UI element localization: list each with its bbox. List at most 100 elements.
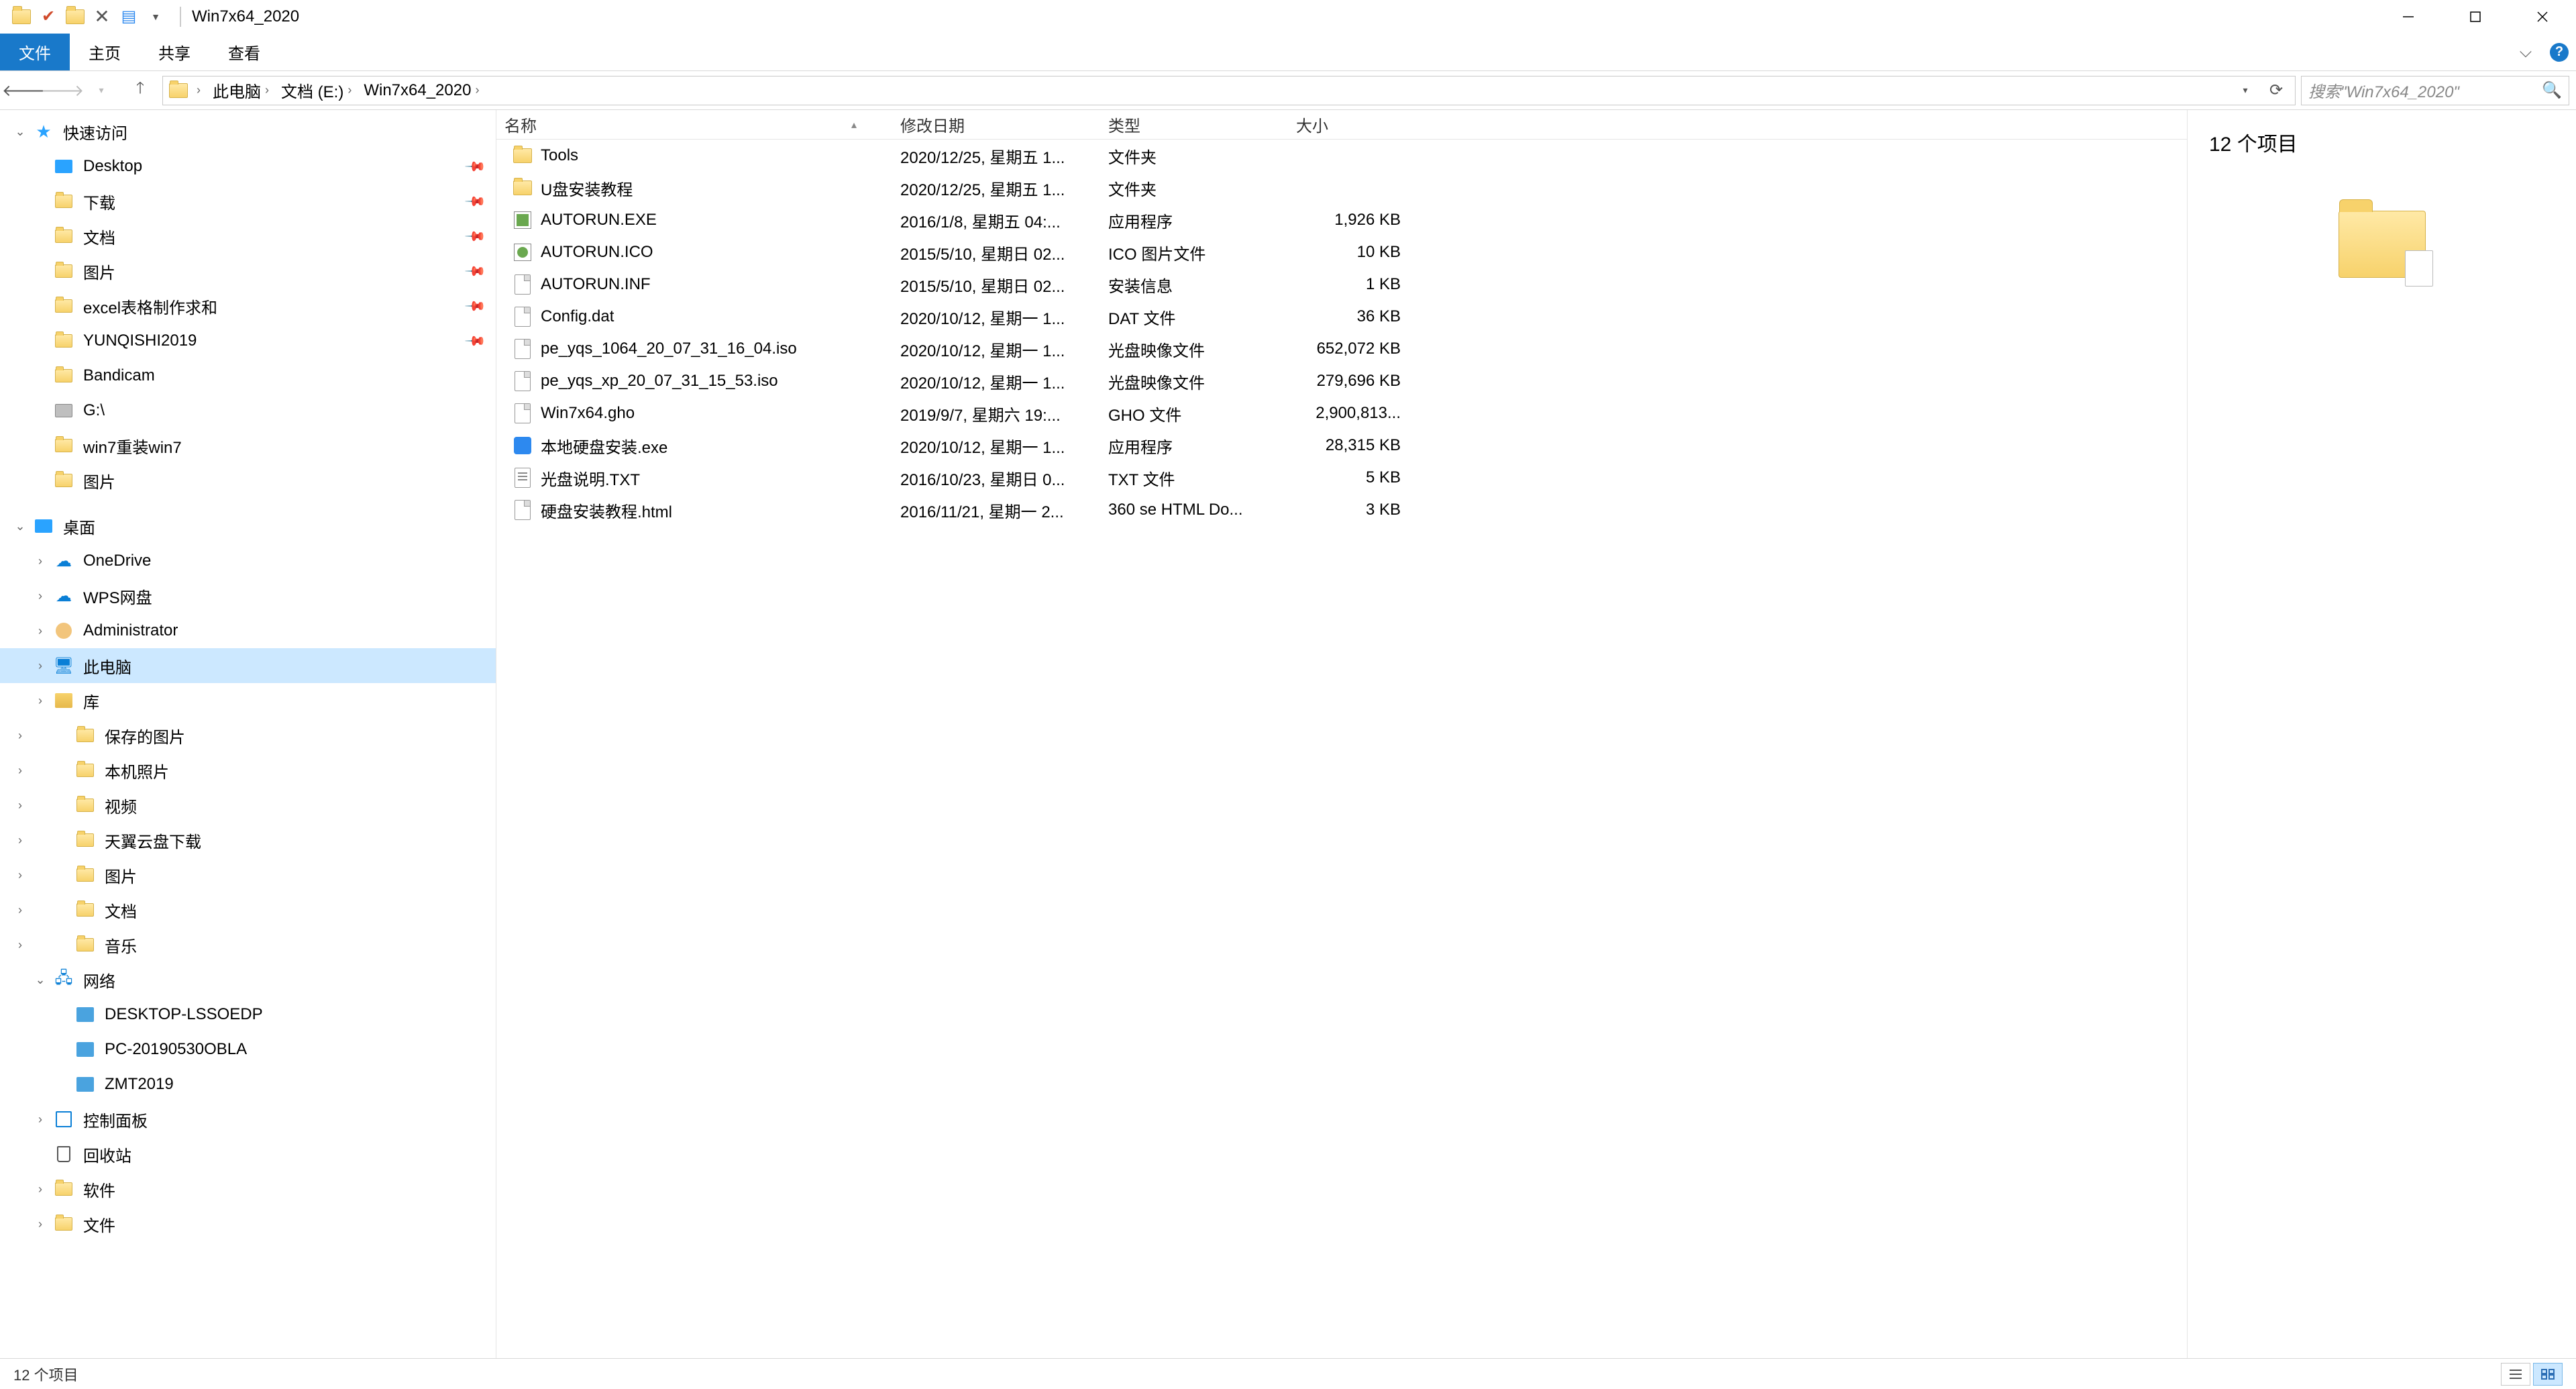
forward-button[interactable]: 🡒	[46, 76, 79, 105]
navigation-tree[interactable]: ⌄ ★ 快速访问 Desktop📌下载📌文档📌图片📌excel表格制作求和📌YU…	[0, 110, 496, 1358]
expand-icon[interactable]: ›	[13, 764, 27, 778]
minimize-button[interactable]	[2375, 0, 2442, 34]
back-button[interactable]: 🡐	[7, 76, 40, 105]
table-row[interactable]: Win7x64.gho2019/9/7, 星期六 19:...GHO 文件2,9…	[496, 397, 2187, 429]
file-rows[interactable]: Tools2020/12/25, 星期五 1...文件夹U盘安装教程2020/1…	[496, 140, 2187, 1358]
expand-icon[interactable]: ›	[34, 1113, 47, 1127]
sidebar-item[interactable]: 下载📌	[0, 184, 496, 219]
expand-icon[interactable]: ›	[13, 868, 27, 882]
breadcrumb-item[interactable]: 此电脑›	[209, 79, 273, 102]
expand-icon[interactable]: ⌄	[34, 973, 47, 987]
expand-icon[interactable]: ›	[13, 799, 27, 813]
expand-icon[interactable]: ›	[13, 729, 27, 743]
sidebar-item[interactable]: Bandicam	[0, 358, 496, 393]
sidebar-item[interactable]: ›本机照片	[0, 753, 496, 788]
expand-icon[interactable]: ›	[13, 938, 27, 952]
tree-control-panel[interactable]: › 控制面板	[0, 1102, 496, 1137]
tree-files[interactable]: › 文件	[0, 1206, 496, 1241]
tab-view[interactable]: 查看	[209, 34, 279, 70]
tree-item-icon	[54, 226, 74, 246]
expand-icon[interactable]: ›	[34, 694, 47, 708]
sidebar-item[interactable]: ›🖥此电脑	[0, 648, 496, 683]
ribbon-expand-icon[interactable]: ⌵	[2509, 34, 2542, 70]
column-name[interactable]: 名称▴	[496, 110, 892, 139]
table-row[interactable]: AUTORUN.INF2015/5/10, 星期日 02...安装信息1 KB	[496, 268, 2187, 301]
sidebar-item[interactable]: ›图片	[0, 858, 496, 892]
table-row[interactable]: 硬盘安装教程.html2016/11/21, 星期一 2...360 se HT…	[496, 494, 2187, 526]
sidebar-item[interactable]: ›Administrator	[0, 613, 496, 648]
sidebar-item[interactable]: Desktop📌	[0, 149, 496, 184]
column-type[interactable]: 类型	[1100, 110, 1288, 139]
sidebar-item[interactable]: 文档📌	[0, 219, 496, 254]
tab-home[interactable]: 主页	[70, 34, 140, 70]
search-input[interactable]: 搜索"Win7x64_2020" 🔍	[2301, 76, 2569, 105]
qat-delete-icon[interactable]: ✕	[89, 3, 115, 30]
tree-desktop[interactable]: ⌄ 桌面	[0, 509, 496, 544]
table-row[interactable]: Tools2020/12/25, 星期五 1...文件夹	[496, 140, 2187, 172]
sidebar-item[interactable]: ›库	[0, 683, 496, 718]
sidebar-item[interactable]: ›天翼云盘下载	[0, 823, 496, 858]
sidebar-item[interactable]: ZMT2019	[0, 1067, 496, 1102]
file-list: 名称▴ 修改日期 类型 大小 Tools2020/12/25, 星期五 1...…	[496, 110, 2187, 1358]
sidebar-item[interactable]: 图片📌	[0, 254, 496, 289]
qat-dropdown-icon[interactable]: ▼	[142, 3, 169, 30]
sidebar-item[interactable]: excel表格制作求和📌	[0, 289, 496, 323]
sidebar-item[interactable]: ›音乐	[0, 927, 496, 962]
sidebar-item[interactable]: 图片	[0, 463, 496, 498]
tab-file[interactable]: 文件	[0, 34, 70, 70]
sidebar-item[interactable]: win7重装win7	[0, 428, 496, 463]
sidebar-item[interactable]: PC-20190530OBLA	[0, 1032, 496, 1067]
column-date[interactable]: 修改日期	[892, 110, 1100, 139]
view-details-button[interactable]	[2501, 1363, 2530, 1386]
tree-network[interactable]: ⌄ 🖧 网络	[0, 962, 496, 997]
view-icons-button[interactable]	[2533, 1363, 2563, 1386]
breadcrumb-item[interactable]: 文档 (E:)›	[277, 79, 356, 102]
sidebar-item[interactable]: ›视频	[0, 788, 496, 823]
sidebar-item[interactable]: ›保存的图片	[0, 718, 496, 753]
expand-icon[interactable]: ›	[34, 659, 47, 673]
expand-icon[interactable]: ›	[34, 589, 47, 603]
expand-icon[interactable]: ›	[13, 833, 27, 847]
table-row[interactable]: 本地硬盘安装.exe2020/10/12, 星期一 1...应用程序28,315…	[496, 429, 2187, 462]
tree-item-label: 下载	[83, 190, 115, 213]
expand-icon[interactable]: ›	[34, 1182, 47, 1196]
tree-recycle-bin[interactable]: 回收站	[0, 1137, 496, 1172]
close-button[interactable]	[2509, 0, 2576, 34]
table-row[interactable]: U盘安装教程2020/12/25, 星期五 1...文件夹	[496, 172, 2187, 204]
sidebar-item[interactable]: ›文档	[0, 892, 496, 927]
expand-icon[interactable]: ›	[13, 903, 27, 917]
breadcrumb-root-chevron[interactable]: ›	[193, 83, 205, 97]
table-row[interactable]: Config.dat2020/10/12, 星期一 1...DAT 文件36 K…	[496, 301, 2187, 333]
folder-app-icon[interactable]	[8, 3, 35, 30]
column-size[interactable]: 大小	[1288, 110, 1409, 139]
sidebar-item[interactable]: DESKTOP-LSSOEDP	[0, 997, 496, 1032]
sidebar-item[interactable]: YUNQISHI2019📌	[0, 323, 496, 358]
breadcrumb-item[interactable]: Win7x64_2020›	[360, 81, 483, 100]
sidebar-item[interactable]: ›☁OneDrive	[0, 544, 496, 578]
qat-properties-icon[interactable]: ▤	[115, 3, 142, 30]
refresh-button[interactable]: ⟳	[2263, 81, 2290, 100]
sidebar-item[interactable]: ›☁WPS网盘	[0, 578, 496, 613]
maximize-button[interactable]	[2442, 0, 2509, 34]
tree-quick-access[interactable]: ⌄ ★ 快速访问	[0, 114, 496, 149]
expand-icon[interactable]: ⌄	[13, 125, 27, 139]
tree-software[interactable]: › 软件	[0, 1172, 496, 1206]
qat-check-icon[interactable]: ✔	[35, 3, 62, 30]
up-button[interactable]: 🡑	[123, 76, 157, 105]
qat-new-folder-icon[interactable]	[62, 3, 89, 30]
expand-icon[interactable]: ›	[34, 554, 47, 568]
expand-icon[interactable]: ›	[34, 1217, 47, 1231]
sidebar-item[interactable]: G:\	[0, 393, 496, 428]
expand-icon[interactable]: ›	[34, 624, 47, 638]
recent-dropdown-icon[interactable]: ▾	[85, 76, 118, 105]
table-row[interactable]: 光盘说明.TXT2016/10/23, 星期日 0...TXT 文件5 KB	[496, 462, 2187, 494]
help-button[interactable]: ?	[2542, 34, 2576, 70]
table-row[interactable]: pe_yqs_xp_20_07_31_15_53.iso2020/10/12, …	[496, 365, 2187, 397]
table-row[interactable]: pe_yqs_1064_20_07_31_16_04.iso2020/10/12…	[496, 333, 2187, 365]
table-row[interactable]: AUTORUN.ICO2015/5/10, 星期日 02...ICO 图片文件1…	[496, 236, 2187, 268]
expand-icon[interactable]: ⌄	[13, 519, 27, 533]
address-dropdown-icon[interactable]: ▾	[2232, 85, 2259, 96]
address-bar[interactable]: › 此电脑› 文档 (E:)› Win7x64_2020› ▾ ⟳	[162, 76, 2296, 105]
tab-share[interactable]: 共享	[140, 34, 209, 70]
table-row[interactable]: AUTORUN.EXE2016/1/8, 星期五 04:...应用程序1,926…	[496, 204, 2187, 236]
